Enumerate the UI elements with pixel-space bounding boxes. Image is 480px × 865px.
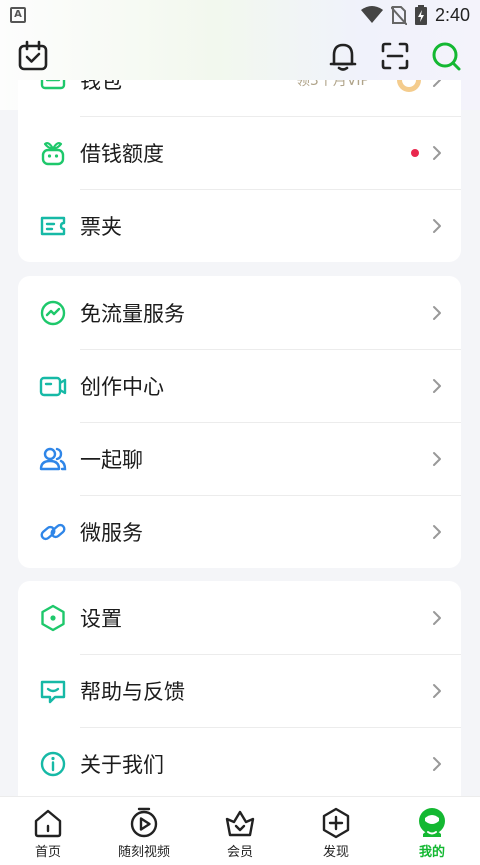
card-services-group: 免流量服务 创作中心 一起聊 微服务	[18, 276, 461, 568]
card-wallet-group: 钱包 领3个月VIP 借钱额度 票夹	[18, 80, 461, 262]
calendar-check-icon[interactable]	[17, 40, 49, 72]
settings-icon	[41, 604, 65, 631]
discover-icon	[322, 807, 350, 839]
chevron-right-icon	[433, 80, 441, 87]
wifi-icon	[360, 6, 383, 23]
menu-item-settings[interactable]: 设置	[18, 581, 461, 654]
nav-label: 首页	[34, 845, 61, 860]
menu-list: 钱包 领3个月VIP 借钱额度 票夹 免流量服务 创作中心 一起聊 微服务 设置…	[0, 80, 480, 796]
vip-crown-icon	[225, 810, 255, 837]
menu-item-loan[interactable]: 借钱额度	[18, 116, 461, 189]
help-chat-icon	[40, 680, 66, 703]
link-icon	[40, 523, 66, 540]
menu-item-help-feedback[interactable]: 帮助与反馈	[18, 654, 461, 727]
scan-icon[interactable]	[379, 40, 411, 72]
nav-profile[interactable]: 我的	[384, 797, 480, 865]
chevron-right-icon	[433, 524, 441, 539]
bottom-nav: 首页 随刻视频 会员 发现 我的	[0, 796, 480, 865]
card-settings-group: 设置 帮助与反馈 关于我们	[18, 581, 461, 796]
users-icon	[39, 447, 67, 470]
nav-home[interactable]: 首页	[0, 797, 96, 865]
traffic-icon	[40, 300, 66, 325]
menu-item-free-traffic[interactable]: 免流量服务	[18, 276, 461, 349]
menu-item-creator-center[interactable]: 创作中心	[18, 349, 461, 422]
chevron-right-icon	[433, 610, 441, 625]
chevron-right-icon	[433, 145, 441, 160]
camera-icon	[39, 376, 67, 396]
chevron-right-icon	[433, 756, 441, 771]
status-time: 2:40	[434, 4, 470, 25]
menu-item-wallet[interactable]: 钱包 领3个月VIP	[18, 80, 461, 116]
nav-vip[interactable]: 会员	[192, 797, 288, 865]
chevron-right-icon	[433, 218, 441, 233]
sprout-icon	[41, 141, 65, 165]
menu-item-chat-together[interactable]: 一起聊	[18, 422, 461, 495]
menu-item-tickets[interactable]: 票夹	[18, 189, 461, 262]
menu-label: 帮助与反馈	[80, 679, 185, 704]
menu-label: 钱包	[80, 80, 122, 93]
menu-label: 免流量服务	[80, 301, 185, 326]
chevron-right-icon	[433, 683, 441, 698]
menu-label: 关于我们	[80, 752, 164, 777]
status-bar: A 2:40	[0, 0, 480, 30]
vip-promo-text: 领3个月VIP	[295, 80, 369, 89]
bell-icon[interactable]	[327, 40, 359, 72]
chevron-right-icon	[433, 305, 441, 320]
no-sim-icon	[390, 6, 407, 25]
chevron-right-icon	[433, 378, 441, 393]
nav-video[interactable]: 随刻视频	[96, 797, 192, 865]
vip-badge-icon	[397, 80, 421, 92]
home-icon	[34, 809, 62, 838]
menu-label: 一起聊	[80, 447, 143, 472]
nav-discover[interactable]: 发现	[288, 797, 384, 865]
menu-label: 票夹	[80, 214, 122, 239]
search-icon[interactable]	[430, 40, 462, 72]
nav-label: 发现	[322, 845, 349, 860]
wallet-icon	[40, 80, 66, 89]
header	[0, 36, 480, 80]
menu-label: 创作中心	[80, 374, 164, 399]
menu-label: 设置	[80, 606, 122, 631]
chevron-right-icon	[433, 451, 441, 466]
menu-label: 微服务	[80, 520, 143, 545]
menu-label: 借钱额度	[80, 141, 164, 166]
menu-item-about-us[interactable]: 关于我们	[18, 727, 461, 796]
menu-item-micro-services[interactable]: 微服务	[18, 495, 461, 568]
notification-dot	[411, 148, 419, 157]
ticket-icon	[40, 216, 66, 235]
nav-label: 我的	[418, 845, 445, 860]
video-icon	[130, 807, 158, 838]
a-icon: A	[10, 7, 26, 23]
nav-label: 会员	[226, 845, 253, 860]
info-icon	[40, 751, 66, 776]
profile-icon	[419, 808, 445, 837]
nav-label: 随刻视频	[117, 845, 170, 860]
battery-icon	[414, 5, 427, 25]
